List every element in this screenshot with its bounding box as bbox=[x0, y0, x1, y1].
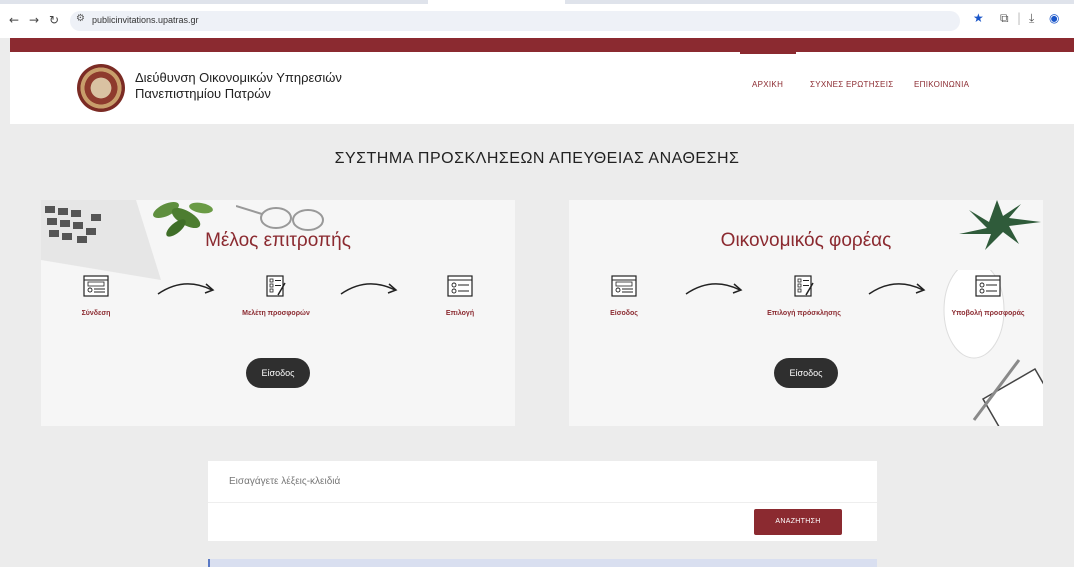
address-bar[interactable]: ⚙ publicinvitations.upatras.gr bbox=[70, 11, 960, 31]
site-title-line2: Πανεπιστημίου Πατρών bbox=[135, 86, 271, 101]
arrow-right-icon bbox=[868, 283, 926, 295]
step-label: Επιλογή bbox=[445, 310, 475, 317]
tab-strip bbox=[565, 0, 1074, 4]
step-select: Επιλογή bbox=[405, 275, 515, 317]
menu-item-home[interactable]: ΑΡΧΙΚΗ bbox=[752, 80, 783, 89]
step-label: Επιλογή πρόσκλησης bbox=[767, 310, 841, 317]
step-study-offers: Μελέτη προσφορών bbox=[221, 275, 331, 317]
arrow-right-icon bbox=[685, 283, 743, 295]
results-panel bbox=[208, 559, 877, 567]
step-choose-invitation: Επιλογή πρόσκλησης bbox=[749, 275, 859, 317]
extensions-icon[interactable]: ⧉ bbox=[1000, 11, 1009, 26]
vendor-enter-button[interactable]: Είσοδος bbox=[774, 358, 838, 388]
step-label: Σύνδεση bbox=[81, 310, 111, 317]
site-info-icon[interactable]: ⚙ bbox=[76, 13, 85, 24]
committee-card: Μέλος επιτροπής Σύνδεση Μελέτη προσφορών bbox=[41, 200, 515, 426]
committee-card-title: Μέλος επιτροπής bbox=[205, 230, 351, 251]
menu-item-faq[interactable]: ΣΥΧΝΕΣ ΕΡΩΤΗΣΕΙΣ bbox=[810, 80, 893, 89]
committee-enter-button[interactable]: Είσοδος bbox=[246, 358, 310, 388]
arrow-right-icon[interactable]: → bbox=[26, 12, 42, 28]
browser-toolbar: ← → ↻ ⚙ publicinvitations.upatras.gr ★ ⧉… bbox=[0, 0, 1074, 38]
step-label: Είσοδος bbox=[610, 310, 638, 317]
vendor-card-title: Οικονομικός φορέας bbox=[720, 230, 892, 251]
site-title[interactable]: Διεύθυνση Οικονομικών Υπηρεσιών Πανεπιστ… bbox=[135, 70, 342, 102]
arrow-right-icon bbox=[340, 283, 398, 295]
download-icon[interactable]: ⤓ bbox=[1029, 11, 1034, 26]
divider: | bbox=[1017, 11, 1022, 25]
step-enter: Είσοδος bbox=[569, 275, 679, 317]
step-label: Υποβολή προσφοράς bbox=[951, 310, 1025, 317]
search-panel: ΑΝΑΖΗΤΗΣΗ bbox=[208, 461, 877, 541]
step-submit-offer: Υποβολή προσφοράς bbox=[933, 275, 1043, 317]
settings-window-icon bbox=[447, 275, 473, 297]
profile-icon[interactable]: ◉ bbox=[1049, 11, 1059, 25]
settings-window-icon bbox=[975, 275, 1001, 297]
login-window-icon bbox=[611, 275, 637, 297]
search-button[interactable]: ΑΝΑΖΗΤΗΣΗ bbox=[754, 509, 842, 535]
search-input[interactable] bbox=[208, 461, 877, 503]
menu-item-contact[interactable]: ΕΠΙΚΟΙΝΩΝΙΑ bbox=[914, 80, 969, 89]
reload-icon[interactable]: ↻ bbox=[46, 12, 62, 28]
checklist-icon bbox=[794, 275, 814, 297]
arrow-right-icon bbox=[157, 283, 215, 295]
university-logo[interactable] bbox=[77, 64, 125, 112]
page-title: ΣΥΣΤΗΜΑ ΠΡΟΣΚΛΗΣΕΩΝ ΑΠΕΥΘΕΙΑΣ ΑΝΑΘΕΣΗΣ bbox=[334, 150, 740, 167]
checklist-icon bbox=[266, 275, 286, 297]
site-title-line1: Διεύθυνση Οικονομικών Υπηρεσιών bbox=[135, 70, 342, 85]
arrow-left-icon[interactable]: ← bbox=[6, 12, 22, 28]
top-bar bbox=[10, 38, 1074, 52]
star-icon[interactable]: ★ bbox=[973, 11, 984, 25]
step-login: Σύνδεση bbox=[41, 275, 151, 317]
active-menu-indicator bbox=[740, 52, 796, 54]
site-header: Διεύθυνση Οικονομικών Υπηρεσιών Πανεπιστ… bbox=[10, 52, 1074, 124]
tab-strip bbox=[0, 0, 428, 4]
url-text: publicinvitations.upatras.gr bbox=[92, 15, 199, 25]
vendor-card: Οικονομικός φορέας Είσοδος Επιλογή πρόσκ… bbox=[569, 200, 1043, 426]
step-label: Μελέτη προσφορών bbox=[242, 310, 310, 317]
login-window-icon bbox=[83, 275, 109, 297]
